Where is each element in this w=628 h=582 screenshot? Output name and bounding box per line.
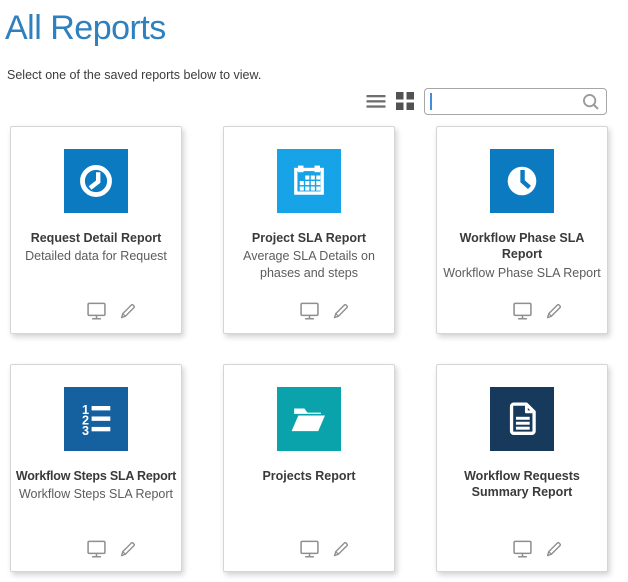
page-header: All Reports Select one of the saved repo… — [0, 0, 628, 82]
report-subtitle: Detailed data for Request — [11, 248, 181, 265]
report-title: Request Detail Report — [11, 230, 181, 246]
report-card-projects[interactable]: Projects Report — [223, 364, 395, 572]
card-actions — [453, 538, 623, 560]
edit-report-icon[interactable] — [543, 300, 565, 322]
edit-report-icon[interactable] — [117, 538, 139, 560]
report-title: Project SLA Report — [224, 230, 394, 246]
view-report-icon[interactable] — [298, 538, 321, 560]
report-title: Workflow Requests Summary Report — [437, 468, 607, 501]
card-actions — [27, 300, 197, 322]
report-subtitle: Workflow Steps SLA Report — [11, 486, 181, 503]
reports-grid: Request Detail Report Detailed data for … — [10, 126, 628, 572]
view-report-icon[interactable] — [85, 300, 108, 322]
svg-text:3: 3 — [82, 424, 89, 438]
search-input[interactable] — [425, 89, 606, 114]
edit-report-icon[interactable] — [543, 538, 565, 560]
report-title: Workflow Phase SLA Report — [452, 230, 592, 263]
clock-outline-icon — [64, 149, 128, 213]
calendar-icon — [277, 149, 341, 213]
report-card-workflow-steps-sla[interactable]: 1 2 3 Workflow Steps SLA Report Workflow… — [10, 364, 182, 572]
grid-view-icon[interactable] — [396, 92, 414, 110]
card-actions — [240, 300, 410, 322]
toolbar — [0, 87, 607, 115]
report-title: Workflow Steps SLA Report — [11, 468, 181, 484]
report-title: Projects Report — [224, 468, 394, 484]
numbered-list-icon: 1 2 3 — [64, 387, 128, 451]
card-actions — [453, 300, 623, 322]
report-card-workflow-requests-summary[interactable]: Workflow Requests Summary Report — [436, 364, 608, 572]
page-subtitle: Select one of the saved reports below to… — [7, 68, 628, 82]
document-icon — [490, 387, 554, 451]
clock-solid-icon — [490, 149, 554, 213]
report-subtitle: Workflow Phase SLA Report — [437, 265, 607, 282]
card-actions — [27, 538, 197, 560]
card-actions — [240, 538, 410, 560]
edit-report-icon[interactable] — [117, 300, 139, 322]
view-report-icon[interactable] — [511, 538, 534, 560]
edit-report-icon[interactable] — [330, 538, 352, 560]
report-card-workflow-phase-sla[interactable]: Workflow Phase SLA Report Workflow Phase… — [436, 126, 608, 334]
report-card-project-sla[interactable]: Project SLA Report Average SLA Details o… — [223, 126, 395, 334]
edit-report-icon[interactable] — [330, 300, 352, 322]
text-caret — [430, 93, 432, 110]
search-icon[interactable] — [580, 91, 602, 118]
view-report-icon[interactable] — [298, 300, 321, 322]
report-card-request-detail[interactable]: Request Detail Report Detailed data for … — [10, 126, 182, 334]
page-title: All Reports — [5, 8, 628, 48]
search-box — [424, 88, 607, 115]
folder-open-icon — [277, 387, 341, 451]
list-view-icon[interactable] — [366, 93, 386, 110]
view-report-icon[interactable] — [511, 300, 534, 322]
report-subtitle: Average SLA Details on phases and steps — [224, 248, 394, 282]
view-report-icon[interactable] — [85, 538, 108, 560]
